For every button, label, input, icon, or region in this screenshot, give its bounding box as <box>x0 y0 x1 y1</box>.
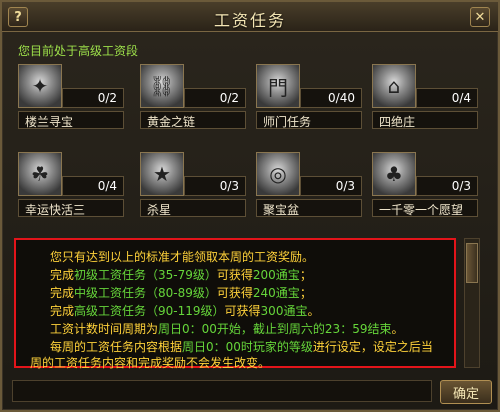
task-name: 师门任务 <box>263 115 312 129</box>
info-text: 每周的工资任务内容根据 <box>50 340 183 354</box>
task-name-box: 黄金之链 <box>140 111 246 129</box>
info-highlight: 240通宝 <box>252 286 300 300</box>
info-text: 工资计数时间周期为 <box>50 322 159 336</box>
task-slot[interactable]: ★ 0/3 杀星 <box>140 152 248 217</box>
scrollbar-thumb[interactable] <box>466 243 478 283</box>
task-slot[interactable]: ⛓ 0/2 黄金之链 <box>140 64 248 129</box>
info-highlight: 初级工资任务（35-79级） <box>74 268 217 282</box>
task-count-box: 0/2 <box>62 88 124 108</box>
confirm-button[interactable]: 确定 <box>440 380 492 404</box>
reward-info-panel: 您只有达到以上的标准才能领取本周的工资奖励。 完成初级工资任务（35-79级）可… <box>14 238 456 370</box>
task-name-box: 一千零一个愿望 <box>372 199 478 217</box>
info-line: 完成中级工资任务（80-89级）可获得240通宝； <box>50 284 312 301</box>
task-slot[interactable]: ☘ 0/4 幸运快活三 <box>18 152 126 217</box>
wish-tree-icon[interactable]: ♣ <box>372 152 416 196</box>
sect-task-icon[interactable]: 門 <box>256 64 300 108</box>
info-line: 完成高级工资任务（90-119级）可获得300通宝。 <box>50 302 319 319</box>
task-count-box: 0/3 <box>300 176 362 196</box>
task-count: 0/3 <box>219 179 239 193</box>
salary-tier-label: 您目前处于高级工资段 <box>18 44 139 58</box>
task-name: 杀星 <box>147 203 172 217</box>
info-text: 可获得 <box>224 304 261 318</box>
info-highlight: 300通宝 <box>260 304 308 318</box>
info-text: 可获得 <box>216 268 253 282</box>
task-name-box: 杀星 <box>140 199 246 217</box>
close-button[interactable]: ✕ <box>470 7 490 27</box>
treasure-hunt-icon[interactable]: ✦ <box>18 64 62 108</box>
task-slot[interactable]: 門 0/40 师门任务 <box>256 64 364 129</box>
salary-task-window: ? 工资任务 ✕ 您目前处于高级工资段 ✦ 0/2 楼兰寻宝 ⛓ 0/2 黄金之… <box>0 0 500 412</box>
info-text: 进行设定，设定之后当 <box>312 340 433 354</box>
info-scrollbar[interactable] <box>464 238 480 368</box>
task-slot[interactable]: ⌂ 0/4 四绝庄 <box>372 64 480 129</box>
task-name: 楼兰寻宝 <box>25 115 74 129</box>
task-count-box: 0/40 <box>300 88 362 108</box>
task-slot[interactable]: ✦ 0/2 楼兰寻宝 <box>18 64 126 129</box>
task-slot[interactable]: ◎ 0/3 聚宝盆 <box>256 152 364 217</box>
info-highlight: 高级工资任务（90-119级） <box>74 304 225 318</box>
info-text: 。 <box>307 304 320 318</box>
info-line: 每周的工资任务内容根据周日0：00时玩家的等级进行设定，设定之后当 <box>50 338 433 355</box>
info-line: 工资计数时间周期为周日0：00开始，截止到周六的23：59结束。 <box>50 320 403 337</box>
info-text: 可获得 <box>216 286 253 300</box>
title-bar: ? 工资任务 ✕ <box>2 2 498 32</box>
task-name: 黄金之链 <box>147 115 196 129</box>
task-count-box: 0/4 <box>62 176 124 196</box>
task-count: 0/3 <box>451 179 471 193</box>
info-line: 周的工资任务内容和完成奖励不会发生改变。 <box>30 356 271 370</box>
task-count: 0/3 <box>335 179 355 193</box>
task-count: 0/40 <box>328 91 355 105</box>
task-count-box: 0/2 <box>184 88 246 108</box>
task-name: 幸运快活三 <box>25 203 86 217</box>
treasure-bowl-icon[interactable]: ◎ <box>256 152 300 196</box>
window-title: 工资任务 <box>213 11 286 30</box>
task-name-box: 聚宝盆 <box>256 199 362 217</box>
task-name-box: 四绝庄 <box>372 111 478 129</box>
star-kill-icon[interactable]: ★ <box>140 152 184 196</box>
golden-chain-icon[interactable]: ⛓ <box>140 64 184 108</box>
info-highlight: 周日0：00时玩家的等级 <box>182 340 313 354</box>
task-name-box: 师门任务 <box>256 111 362 129</box>
task-count-box: 0/3 <box>416 176 478 196</box>
info-highlight: 周日0：00开始，截止到周六的23：59结束 <box>158 322 392 336</box>
info-highlight: 200通宝 <box>252 268 300 282</box>
task-name: 聚宝盆 <box>263 203 300 217</box>
info-text: 。 <box>391 322 404 336</box>
task-count: 0/2 <box>97 91 117 105</box>
task-count: 0/4 <box>97 179 117 193</box>
bottom-input-field <box>12 380 432 402</box>
info-line: 完成初级工资任务（35-79级）可获得200通宝； <box>50 266 312 283</box>
info-highlight: 中级工资任务（80-89级） <box>74 286 217 300</box>
info-text: 完成 <box>50 286 75 300</box>
manor-icon[interactable]: ⌂ <box>372 64 416 108</box>
lucky-icon[interactable]: ☘ <box>18 152 62 196</box>
info-text: 完成 <box>50 304 75 318</box>
info-text: ； <box>299 268 312 282</box>
task-name-box: 楼兰寻宝 <box>18 111 124 129</box>
task-name: 一千零一个愿望 <box>379 203 464 217</box>
task-count-box: 0/4 <box>416 88 478 108</box>
info-text: ； <box>299 286 312 300</box>
task-name-box: 幸运快活三 <box>18 199 124 217</box>
info-text: 完成 <box>50 268 75 282</box>
info-line: 您只有达到以上的标准才能领取本周的工资奖励。 <box>50 250 315 264</box>
task-slot[interactable]: ♣ 0/3 一千零一个愿望 <box>372 152 480 217</box>
task-count: 0/2 <box>219 91 239 105</box>
task-name: 四绝庄 <box>379 115 416 129</box>
task-count-box: 0/3 <box>184 176 246 196</box>
task-count: 0/4 <box>451 91 471 105</box>
